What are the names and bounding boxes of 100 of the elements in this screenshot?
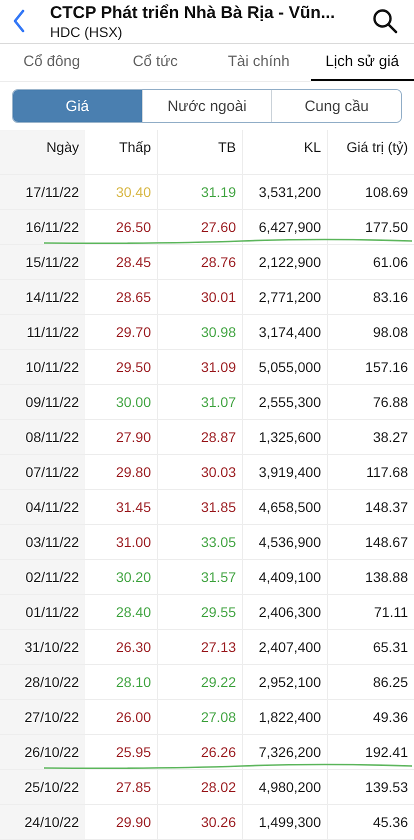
table-cell: 08/11/22 bbox=[0, 420, 85, 455]
table-cell: 3,531,200 bbox=[243, 175, 328, 210]
search-icon[interactable] bbox=[372, 8, 398, 34]
table-cell: 27.90 bbox=[85, 420, 158, 455]
table-cell: 27.08 bbox=[158, 700, 243, 735]
table-cell: 28.65 bbox=[85, 280, 158, 315]
table-cell: 25/10/22 bbox=[0, 770, 85, 805]
table-cell: 29.50 bbox=[85, 350, 158, 385]
table-cell: 27/10/22 bbox=[0, 700, 85, 735]
column-header: Giá trị (tỷ) bbox=[346, 138, 409, 157]
table-cell: 177.50 bbox=[328, 210, 414, 245]
table-cell: 1,499,300 bbox=[243, 805, 328, 840]
table-cell: 27.85 bbox=[85, 770, 158, 805]
table-cell: 01/11/22 bbox=[0, 595, 85, 630]
table-cell: 98.08 bbox=[328, 315, 414, 350]
table-cell: 83.16 bbox=[328, 280, 414, 315]
table-cell: 49.36 bbox=[328, 700, 414, 735]
table-cell: 29.70 bbox=[85, 315, 158, 350]
table-cell: 30.40 bbox=[85, 175, 158, 210]
table-cell: 04/11/22 bbox=[0, 490, 85, 525]
table-cell: 157.16 bbox=[328, 350, 414, 385]
table-cell: 148.37 bbox=[328, 490, 414, 525]
table-cell: 2,952,100 bbox=[243, 665, 328, 700]
table-cell: 6,427,900 bbox=[243, 210, 328, 245]
table-cell: 2,406,300 bbox=[243, 595, 328, 630]
segment-button[interactable]: Nước ngoài bbox=[142, 90, 272, 122]
table-cell: 31.07 bbox=[158, 385, 243, 420]
table-cell: 30.20 bbox=[85, 560, 158, 595]
tab[interactable]: Cổ tức bbox=[104, 44, 207, 81]
table-cell: 26.30 bbox=[85, 630, 158, 665]
table-cell: 4,980,200 bbox=[243, 770, 328, 805]
table-cell: 28.87 bbox=[158, 420, 243, 455]
table-cell: 3,174,400 bbox=[243, 315, 328, 350]
table-cell: 33.05 bbox=[158, 525, 243, 560]
table-cell: 27.60 bbox=[158, 210, 243, 245]
column-header: Ngày bbox=[0, 130, 85, 164]
back-icon[interactable] bbox=[12, 9, 26, 34]
table-cell: 45.36 bbox=[328, 805, 414, 840]
table-cell: 117.68 bbox=[328, 455, 414, 490]
table-cell: 30.26 bbox=[158, 805, 243, 840]
table-cell: 14/11/22 bbox=[0, 280, 85, 315]
table-cell: 1,325,600 bbox=[243, 420, 328, 455]
table-cell: 17/11/22 bbox=[0, 175, 85, 210]
table-cell: 07/11/22 bbox=[0, 455, 85, 490]
table-cell: 108.69 bbox=[328, 175, 414, 210]
table-cell: 30.03 bbox=[158, 455, 243, 490]
table-cell: 24/10/22 bbox=[0, 805, 85, 840]
table-cell: 2,122,900 bbox=[243, 245, 328, 280]
table-cell: 16/11/22 bbox=[0, 210, 85, 245]
table-cell: 86.25 bbox=[328, 665, 414, 700]
table-cell: 2,407,400 bbox=[243, 630, 328, 665]
table-cell: 192.41 bbox=[328, 735, 414, 770]
table-cell: 31.45 bbox=[85, 490, 158, 525]
table-cell: 03/11/22 bbox=[0, 525, 85, 560]
table-cell: 38.27 bbox=[328, 420, 414, 455]
table-cell: 148.67 bbox=[328, 525, 414, 560]
table-cell: 28.40 bbox=[85, 595, 158, 630]
table-cell: 30.98 bbox=[158, 315, 243, 350]
table-cell: 25.95 bbox=[85, 735, 158, 770]
table-cell: 26.00 bbox=[85, 700, 158, 735]
table-cell: 30.00 bbox=[85, 385, 158, 420]
tab[interactable]: Lịch sử giá bbox=[310, 44, 414, 81]
table-cell: 27.13 bbox=[158, 630, 243, 665]
table-cell: 5,055,000 bbox=[243, 350, 328, 385]
table-cell: 139.53 bbox=[328, 770, 414, 805]
table-cell: 31/10/22 bbox=[0, 630, 85, 665]
table-cell: 26/10/22 bbox=[0, 735, 85, 770]
table-cell: 4,658,500 bbox=[243, 490, 328, 525]
table-cell: 61.06 bbox=[328, 245, 414, 280]
table-cell: 76.88 bbox=[328, 385, 414, 420]
tab[interactable]: Tài chính bbox=[207, 44, 310, 81]
table-cell: 26.50 bbox=[85, 210, 158, 245]
table-cell: 65.31 bbox=[328, 630, 414, 665]
table-cell: 28.76 bbox=[158, 245, 243, 280]
tab[interactable]: Cổ đông bbox=[0, 44, 104, 81]
column-header: KL bbox=[243, 130, 328, 164]
table-cell: 09/11/22 bbox=[0, 385, 85, 420]
table-cell: 4,536,900 bbox=[243, 525, 328, 560]
table-cell: 15/11/22 bbox=[0, 245, 85, 280]
table-cell: 31.19 bbox=[158, 175, 243, 210]
ticker-label: HDC (HSX) bbox=[50, 24, 124, 40]
table-cell: 1,822,400 bbox=[243, 700, 328, 735]
page-title: CTCP Phát triển Nhà Bà Rịa - Vũn... bbox=[50, 2, 336, 23]
table-cell: 138.88 bbox=[328, 560, 414, 595]
column-header: TB bbox=[158, 130, 243, 164]
table-cell: 7,326,200 bbox=[243, 735, 328, 770]
table-cell: 29.22 bbox=[158, 665, 243, 700]
table-cell: 29.90 bbox=[85, 805, 158, 840]
table-cell: 28.02 bbox=[158, 770, 243, 805]
table-cell: 29.55 bbox=[158, 595, 243, 630]
table-cell: 31.09 bbox=[158, 350, 243, 385]
segment-button[interactable]: Cung cầu bbox=[271, 90, 401, 122]
table-cell: 2,555,300 bbox=[243, 385, 328, 420]
table-cell: 28.45 bbox=[85, 245, 158, 280]
segment-button[interactable]: Giá bbox=[13, 90, 142, 122]
table-cell: 30.01 bbox=[158, 280, 243, 315]
table-cell: 29.80 bbox=[85, 455, 158, 490]
table-cell: 3,919,400 bbox=[243, 455, 328, 490]
table-cell: 02/11/22 bbox=[0, 560, 85, 595]
table-cell: 10/11/22 bbox=[0, 350, 85, 385]
